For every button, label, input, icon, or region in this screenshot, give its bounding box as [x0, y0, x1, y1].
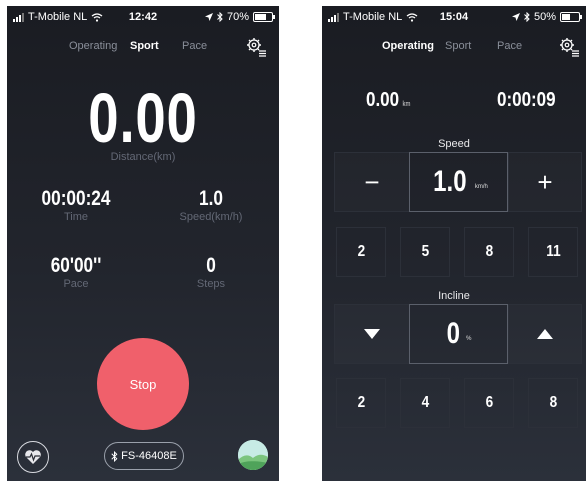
bluetooth-icon: [217, 12, 223, 22]
speed-decrease-button[interactable]: −: [334, 152, 410, 212]
bluetooth-icon: [111, 450, 118, 462]
distance-value: 0.00: [88, 79, 198, 157]
pace-label: Pace: [63, 278, 89, 290]
incline-preset-button[interactable]: 6: [464, 378, 514, 428]
speed-preset-button[interactable]: 11: [528, 227, 578, 277]
heart-rate-button[interactable]: [17, 441, 49, 473]
time-label: Time: [63, 211, 89, 223]
incline-preset-button[interactable]: 4: [400, 378, 450, 428]
plus-icon: +: [537, 166, 553, 197]
speed-preset-button[interactable]: 8: [464, 227, 514, 277]
pace-stat: 60'00'' Pace: [26, 254, 126, 290]
incline-decrease-button[interactable]: [334, 304, 410, 364]
speed-value: 1.0: [433, 165, 467, 198]
device-connection-button[interactable]: FS-46408E: [104, 442, 184, 470]
incline-preset-button[interactable]: 8: [528, 378, 578, 428]
battery-percent: 50%: [533, 11, 556, 23]
battery-percent: 70%: [226, 11, 249, 23]
bluetooth-icon: [524, 12, 530, 22]
status-right: 70%: [204, 11, 275, 23]
speed-preset-button[interactable]: 2: [336, 227, 386, 277]
time-value: 00:00:24: [41, 187, 111, 210]
settings-icon[interactable]: [245, 36, 267, 58]
sport-screen: T-Mobile NL 12:42 70% Operating Sport Pa…: [7, 6, 279, 481]
distance-label: Distance(km): [110, 151, 176, 163]
speed-display: 1.0 km/h: [409, 152, 508, 212]
mode-tabs: Operating Sport Pace: [322, 40, 586, 60]
avatar-image: [238, 440, 268, 470]
minus-icon: −: [364, 166, 380, 197]
steps-stat: 0 Steps: [161, 254, 261, 290]
distance-unit: km: [402, 101, 411, 108]
incline-preset-button[interactable]: 2: [336, 378, 386, 428]
heart-rate-icon: [25, 450, 41, 464]
operating-screen: T-Mobile NL 15:04 50% Operating Sport Pa…: [322, 6, 586, 481]
location-icon: [204, 13, 213, 21]
steps-label: Steps: [196, 278, 226, 290]
avatar[interactable]: [238, 440, 268, 470]
incline-label: Incline: [438, 290, 470, 302]
battery-icon: [253, 12, 275, 22]
triangle-down-icon: [364, 329, 380, 339]
stop-button[interactable]: Stop: [97, 338, 189, 430]
pace-value: 60'00'': [50, 254, 102, 277]
speed-increase-button[interactable]: +: [508, 152, 582, 212]
speed-stat: 1.0 Speed(km/h): [161, 187, 261, 223]
device-name: FS-46408E: [121, 450, 177, 462]
settings-icon[interactable]: [558, 36, 580, 58]
incline-display: 0 %: [409, 304, 508, 364]
speed-label: Speed(km/h): [179, 211, 243, 223]
speed-value: 1.0: [199, 187, 223, 210]
incline-unit: %: [466, 336, 472, 342]
time-stat: 00:00:24 Time: [26, 187, 126, 223]
tab-sport[interactable]: Sport: [130, 40, 159, 52]
speed-unit: km/h: [474, 184, 488, 190]
status-bar: T-Mobile NL 12:42 70%: [7, 6, 279, 28]
incline-increase-button[interactable]: [508, 304, 582, 364]
status-bar: T-Mobile NL 15:04 50%: [322, 6, 586, 28]
triangle-up-icon: [537, 329, 553, 339]
mode-tabs: Operating Sport Pace: [7, 40, 279, 60]
distance-value: 0.00: [366, 89, 400, 111]
tab-pace[interactable]: Pace: [497, 40, 522, 52]
incline-value: 0: [447, 317, 461, 350]
speed-label: Speed: [438, 138, 470, 150]
speed-preset-button[interactable]: 5: [400, 227, 450, 277]
tab-sport[interactable]: Sport: [445, 40, 471, 52]
battery-icon: [560, 12, 582, 22]
status-right: 50%: [511, 11, 582, 23]
distance-summary: 0.00 km: [366, 89, 410, 112]
tab-operating[interactable]: Operating: [69, 40, 117, 52]
tab-pace[interactable]: Pace: [182, 40, 207, 52]
tab-operating[interactable]: Operating: [382, 40, 434, 52]
elapsed-time: 0:00:09: [497, 89, 556, 111]
location-icon: [511, 13, 520, 21]
steps-value: 0: [206, 254, 216, 277]
